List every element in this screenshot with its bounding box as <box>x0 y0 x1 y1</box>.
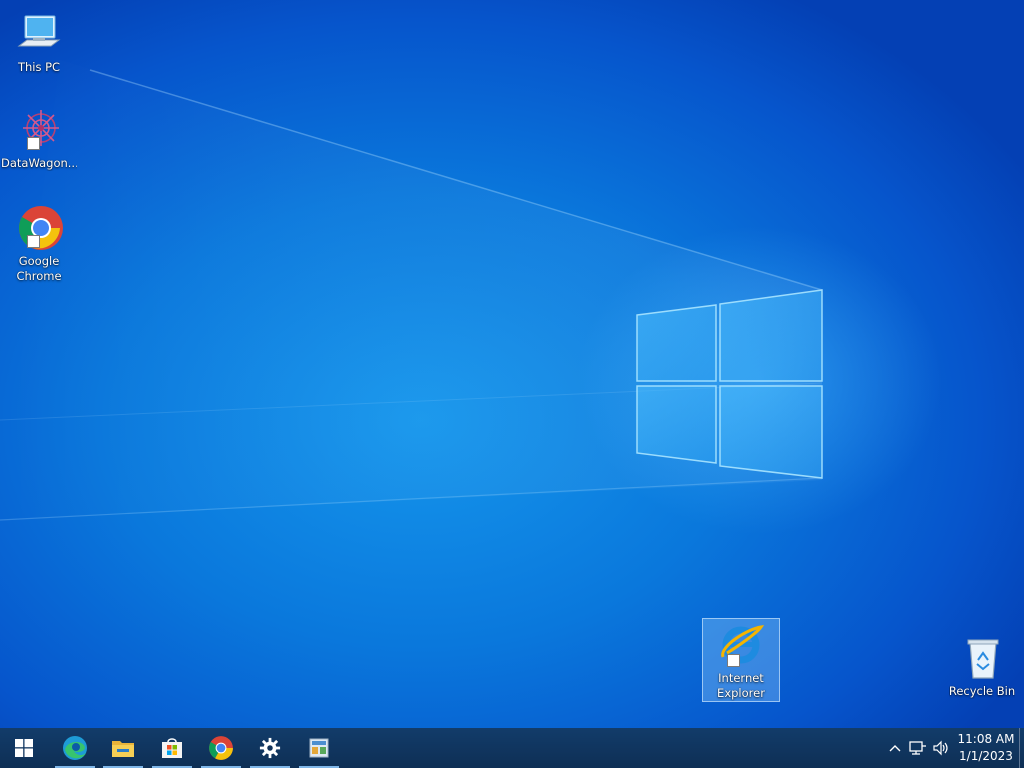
gear-icon <box>259 737 281 759</box>
desktop[interactable]: This PC DataWagon... Google Chrome Inter… <box>0 0 1024 728</box>
desktop-icon-internet-explorer[interactable]: Internet Explorer <box>702 618 780 702</box>
store-icon <box>162 738 182 758</box>
desktop-icon-datawagon[interactable]: DataWagon... <box>1 106 77 171</box>
windows-wallpaper-logo <box>0 60 823 521</box>
this-pc-icon <box>15 10 63 58</box>
internet-explorer-icon <box>717 621 765 669</box>
start-button[interactable] <box>0 728 48 768</box>
taskbar: 11:08 AM 1/1/2023 <box>0 728 1024 768</box>
taskbar-button-edge[interactable] <box>51 728 99 768</box>
chrome-icon <box>15 204 63 252</box>
network-icon[interactable] <box>909 739 927 757</box>
taskbar-button-settings[interactable] <box>246 728 294 768</box>
windows-start-icon <box>15 739 33 757</box>
desktop-icon-label: DataWagon... <box>1 156 77 170</box>
shortcut-arrow-icon <box>27 235 40 248</box>
desktop-icon-label: Internet Explorer <box>717 671 765 700</box>
recycle-bin-icon <box>958 634 1006 682</box>
shortcut-arrow-icon <box>27 137 40 150</box>
taskbar-button-chrome[interactable] <box>197 728 245 768</box>
file-explorer-icon <box>112 741 134 757</box>
volume-icon[interactable] <box>932 739 950 757</box>
control-panel-icon <box>309 738 329 758</box>
desktop-icon-label: Google Chrome <box>16 254 62 283</box>
datawagon-icon <box>15 106 63 154</box>
show-desktop-button[interactable] <box>1019 728 1024 768</box>
taskbar-button-file-explorer[interactable] <box>99 728 147 768</box>
desktop-icon-recycle-bin[interactable]: Recycle Bin <box>944 634 1020 699</box>
desktop-icon-this-pc[interactable]: This PC <box>1 10 77 75</box>
edge-icon <box>63 736 87 760</box>
chevron-up-icon[interactable] <box>886 739 904 757</box>
clock-time: 11:08 AM <box>957 732 1015 746</box>
desktop-icon-label: Recycle Bin <box>948 684 1016 698</box>
clock[interactable]: 11:08 AM 1/1/2023 <box>954 731 1018 765</box>
shortcut-arrow-icon <box>727 654 740 667</box>
clock-date: 1/1/2023 <box>959 749 1013 763</box>
taskbar-button-store[interactable] <box>148 728 196 768</box>
chrome-icon <box>209 736 233 760</box>
desktop-icon-label: This PC <box>17 60 61 74</box>
desktop-icon-google-chrome[interactable]: Google Chrome <box>1 204 77 284</box>
taskbar-button-control-panel[interactable] <box>295 728 343 768</box>
